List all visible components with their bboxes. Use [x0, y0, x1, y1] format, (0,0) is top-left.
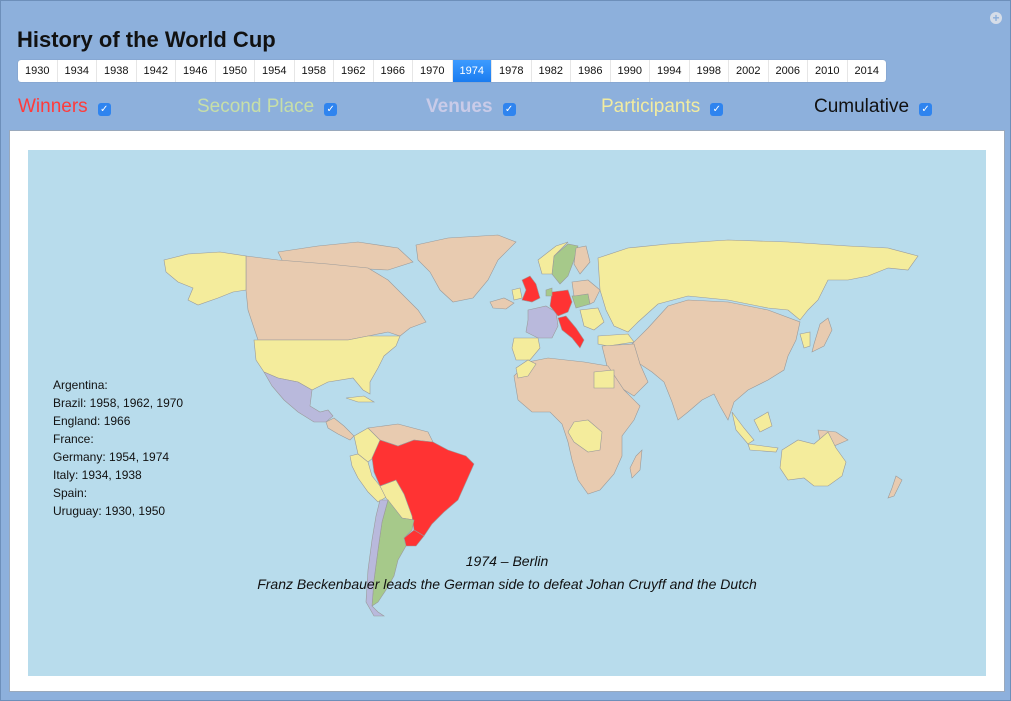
checkbox[interactable]: ✓ — [502, 103, 516, 116]
plus-circle-icon[interactable]: + — [990, 12, 1002, 24]
country-france[interactable] — [525, 305, 559, 339]
year-tab-1942[interactable]: 1942 — [137, 60, 176, 82]
year-tab-2002[interactable]: 2002 — [729, 60, 769, 82]
year-tab-2014[interactable]: 2014 — [848, 60, 887, 82]
toggle-venues[interactable]: Venues ✓ — [426, 96, 516, 118]
country-italy[interactable] — [557, 315, 585, 349]
year-tab-1990[interactable]: 1990 — [611, 60, 650, 82]
checkbox[interactable]: ✓ — [97, 103, 111, 116]
country-iceland[interactable] — [489, 297, 515, 310]
winners-summary: Argentina: Brazil: 1958, 1962, 1970 Englan… — [53, 376, 183, 520]
year-tab-1954[interactable]: 1954 — [255, 60, 295, 82]
page-title: History of the World Cup — [17, 27, 276, 52]
caption-title: 1974 – Berlin — [465, 553, 549, 569]
country-egypt[interactable] — [593, 369, 615, 389]
country-asia[interactable] — [621, 299, 801, 421]
country-netherlands[interactable] — [545, 287, 553, 297]
year-tab-1950[interactable]: 1950 — [216, 60, 255, 82]
checkbox[interactable]: ✓ — [919, 103, 933, 116]
country-new-zealand[interactable] — [887, 475, 903, 499]
toggle-label: Second Place — [197, 96, 315, 117]
toggle-participants[interactable]: Participants ✓ — [601, 96, 724, 118]
year-tab-1962[interactable]: 1962 — [334, 60, 374, 82]
summary-line: France: — [53, 432, 94, 446]
country-central-america[interactable] — [325, 417, 355, 441]
year-tab-2006[interactable]: 2006 — [769, 60, 808, 82]
country-canada[interactable] — [245, 255, 427, 341]
year-tab-2010[interactable]: 2010 — [808, 60, 848, 82]
year-tab-1966[interactable]: 1966 — [374, 60, 413, 82]
caption-description: Franz Beckenbauer leads the German side … — [257, 576, 757, 592]
summary-line: Brazil: 1958, 1962, 1970 — [53, 396, 184, 410]
content-panel: Argentina: Brazil: 1958, 1962, 1970 Englan… — [9, 130, 1005, 692]
country-japan[interactable] — [811, 317, 833, 353]
toggle-label: Participants — [601, 96, 701, 117]
year-tab-1958[interactable]: 1958 — [295, 60, 334, 82]
year-tab-1986[interactable]: 1986 — [571, 60, 611, 82]
year-tab-1970[interactable]: 1970 — [413, 60, 453, 82]
country-java[interactable] — [747, 443, 779, 453]
year-tab-1998[interactable]: 1998 — [690, 60, 729, 82]
summary-line: Argentina: — [53, 378, 108, 392]
country-england[interactable] — [521, 275, 541, 303]
country-greenland[interactable] — [415, 234, 517, 303]
year-tab-1974[interactable]: 1974 — [452, 60, 492, 82]
toggle-label: Cumulative — [814, 96, 910, 117]
world-map: Argentina: Brazil: 1958, 1962, 1970 Englan… — [28, 150, 986, 676]
toggle-second-place[interactable]: Second Place ✓ — [197, 96, 338, 118]
country-north-korea[interactable] — [799, 331, 811, 349]
toggle-label: Venues — [426, 96, 493, 117]
year-tab-1994[interactable]: 1994 — [650, 60, 690, 82]
toggle-winners[interactable]: Winners ✓ — [18, 96, 111, 118]
country-madagascar[interactable] — [629, 449, 643, 479]
checkbox[interactable]: ✓ — [710, 103, 724, 116]
year-tab-1938[interactable]: 1938 — [97, 60, 137, 82]
checkbox[interactable]: ✓ — [324, 103, 338, 116]
summary-line: Spain: — [53, 486, 88, 500]
year-tab-1978[interactable]: 1978 — [492, 60, 532, 82]
country-finland[interactable] — [573, 245, 591, 275]
country-usa-alaska[interactable] — [163, 251, 247, 306]
country-indonesia[interactable] — [731, 411, 755, 445]
summary-line: England: 1966 — [53, 414, 131, 428]
country-balkans[interactable] — [579, 307, 605, 331]
summary-line: Italy: 1934, 1938 — [53, 468, 142, 482]
summary-line: Germany: 1954, 1974 — [53, 450, 170, 464]
app-window: + History of the World Cup 1930 1934 1938 1… — [0, 0, 1011, 701]
year-tab-1930[interactable]: 1930 — [18, 60, 58, 82]
toggle-label: Winners — [18, 96, 88, 117]
year-tab-1946[interactable]: 1946 — [176, 60, 216, 82]
year-tab-1934[interactable]: 1934 — [58, 60, 97, 82]
country-spain[interactable] — [511, 337, 541, 361]
country-ireland[interactable] — [511, 287, 523, 301]
year-tab-1982[interactable]: 1982 — [532, 60, 571, 82]
country-cuba[interactable] — [345, 395, 376, 403]
layer-toggles: Winners ✓ Second Place ✓ Venues ✓ Participants… — [1, 96, 1011, 122]
year-selector: 1930 1934 1938 1942 1946 1950 1954 1958 1962 1966… — [18, 60, 886, 82]
toggle-cumulative[interactable]: Cumulative ✓ — [814, 96, 933, 118]
country-borneo[interactable] — [753, 411, 773, 433]
summary-line: Uruguay: 1930, 1950 — [53, 504, 166, 518]
